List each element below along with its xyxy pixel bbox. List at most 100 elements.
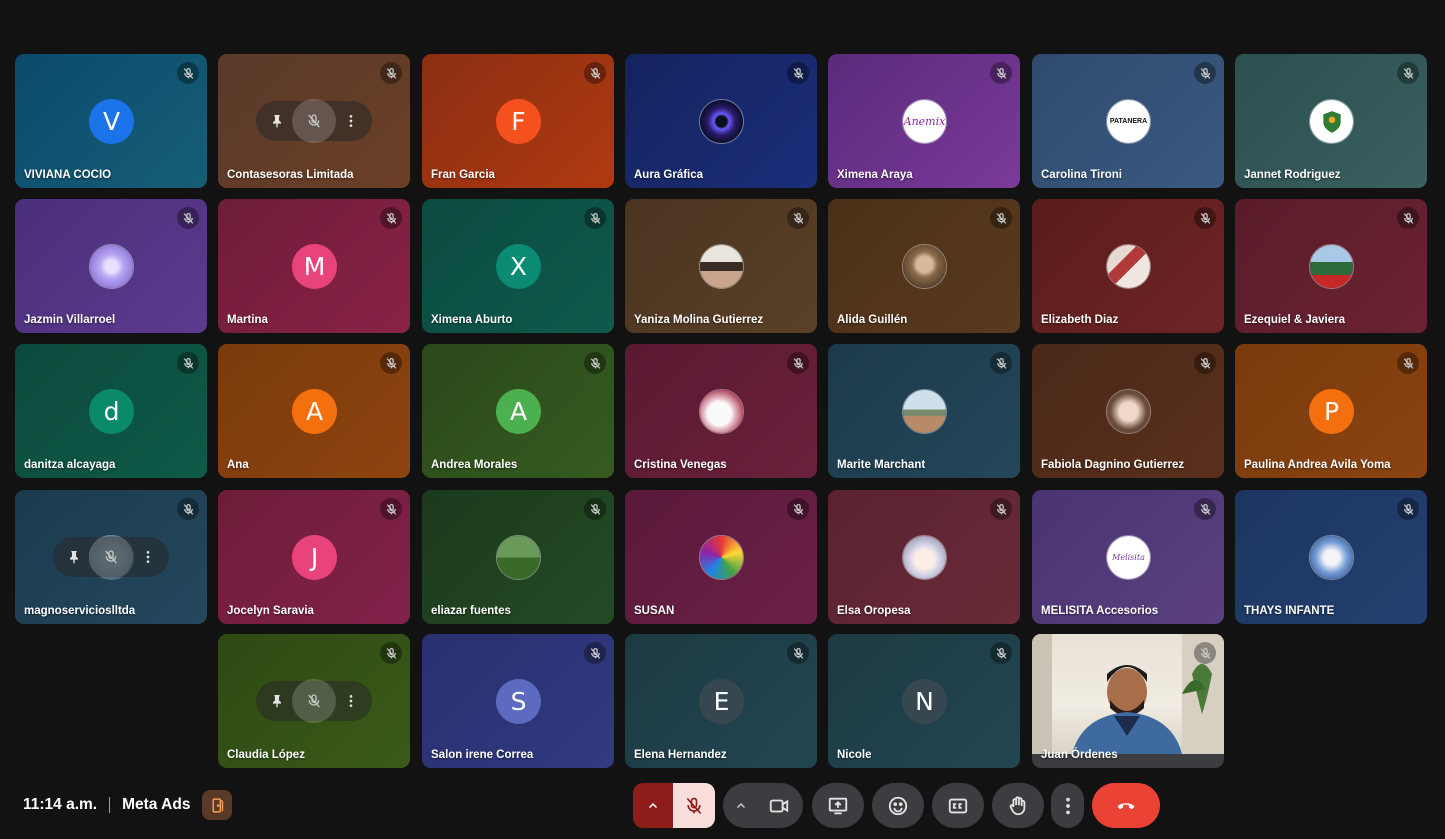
microphone-button[interactable] — [673, 783, 715, 828]
participant-tile[interactable]: Jazmin Villarroel — [15, 199, 207, 333]
participant-tile[interactable]: X Ximena Aburto — [422, 199, 614, 333]
participant-tile[interactable]: N Nicole — [828, 634, 1020, 768]
participant-tile[interactable]: Fabiola Dagnino Gutierrez — [1032, 344, 1224, 478]
participant-tile[interactable]: Melisita MELISITA Accesorios — [1032, 490, 1224, 624]
participant-tile[interactable]: Cristina Venegas — [625, 344, 817, 478]
participant-tile[interactable]: Elizabeth Diaz — [1032, 199, 1224, 333]
mic-off-icon — [380, 642, 402, 664]
avatar — [699, 99, 744, 144]
leave-call-button[interactable] — [1092, 783, 1160, 828]
participant-tile[interactable]: A Andrea Morales — [422, 344, 614, 478]
pin-icon[interactable] — [59, 542, 89, 572]
mic-off-icon — [584, 498, 606, 520]
avatar — [1309, 535, 1354, 580]
mute-participant-icon[interactable] — [292, 99, 336, 143]
mic-off-icon — [177, 207, 199, 229]
more-options-button[interactable] — [1051, 783, 1084, 828]
participant-tile[interactable]: V VIVIANA COCIO — [15, 54, 207, 188]
more-vert-icon[interactable] — [336, 686, 366, 716]
participant-tile[interactable]: eliazar fuentes — [422, 490, 614, 624]
avatar — [699, 535, 744, 580]
participant-name: Martina — [227, 314, 268, 326]
participant-name: VIVIANA COCIO — [24, 169, 112, 181]
participant-name: magnoservicioslltda — [24, 605, 136, 617]
avatar: d — [89, 389, 134, 434]
participant-name: SUSAN — [634, 605, 675, 617]
video-options-button[interactable] — [725, 783, 756, 828]
present-screen-button[interactable] — [812, 783, 864, 828]
mute-participant-icon[interactable] — [292, 679, 336, 723]
participant-tile[interactable]: PATANERA Carolina Tironi — [1032, 54, 1224, 188]
raise-hand-button[interactable] — [992, 783, 1044, 828]
participant-name: danitza alcayaga — [24, 459, 116, 471]
participant-tile[interactable]: Aura Gráfica — [625, 54, 817, 188]
reactions-button[interactable] — [872, 783, 924, 828]
participant-tile[interactable]: THAYS INFANTE — [1235, 490, 1427, 624]
participant-tile[interactable]: M Martina — [218, 199, 410, 333]
participant-name: Jannet Rodriguez — [1244, 169, 1341, 181]
more-vert-icon[interactable] — [133, 542, 163, 572]
mic-control-group — [633, 783, 715, 828]
participant-grid: V VIVIANA COCIO Contasesoras Limitada F Fra… — [0, 0, 1445, 775]
meeting-info: 11:14 a.m. Meta Ads — [23, 790, 233, 820]
avatar: M — [292, 244, 337, 289]
participant-tile[interactable]: Claudia López — [218, 634, 410, 768]
mic-off-icon — [787, 207, 809, 229]
avatar-initial: S — [510, 687, 527, 716]
audio-options-button[interactable] — [633, 783, 673, 828]
camera-button[interactable] — [756, 783, 801, 828]
participant-name: Fabiola Dagnino Gutierrez — [1041, 459, 1185, 471]
participant-tile[interactable]: F Fran Garcia — [422, 54, 614, 188]
avatar: N — [902, 679, 947, 724]
participant-tile[interactable]: Elsa Oropesa — [828, 490, 1020, 624]
pin-icon[interactable] — [262, 106, 292, 136]
avatar — [902, 244, 947, 289]
avatar-initial: d — [103, 397, 120, 426]
participant-name: Elsa Oropesa — [837, 605, 911, 617]
avatar: A — [496, 389, 541, 434]
participant-tile[interactable]: magnoservicioslltda — [15, 490, 207, 624]
avatar-initial: J — [310, 543, 319, 572]
present-screen-icon — [828, 797, 848, 814]
participant-name: Contasesoras Limitada — [227, 169, 354, 181]
pin-icon[interactable] — [262, 686, 292, 716]
mic-off-icon — [584, 352, 606, 374]
door-icon[interactable] — [202, 790, 233, 820]
participant-tile[interactable]: Yaniza Molina Gutierrez — [625, 199, 817, 333]
mic-off-icon — [990, 352, 1012, 374]
participant-tile[interactable]: E Elena Hernandez — [625, 634, 817, 768]
participant-tile[interactable]: J Jocelyn Saravia — [218, 490, 410, 624]
participant-tile[interactable]: Anemix Ximena Araya — [828, 54, 1020, 188]
captions-button[interactable] — [932, 783, 984, 828]
mic-off-icon — [787, 352, 809, 374]
videocam-icon — [769, 799, 788, 812]
participant-name: Fran Garcia — [431, 169, 495, 181]
mic-off-icon — [584, 62, 606, 84]
mic-off-icon — [686, 797, 702, 814]
participant-tile[interactable]: Alida Guillén — [828, 199, 1020, 333]
participant-tile[interactable]: SUSAN — [625, 490, 817, 624]
participant-tile[interactable]: P Paulina Andrea Avila Yoma — [1235, 344, 1427, 478]
participant-tile[interactable]: Marite Marchant — [828, 344, 1020, 478]
tile-hover-controls — [256, 679, 372, 723]
avatar-initial: E — [713, 687, 730, 716]
tile-hover-controls — [256, 99, 372, 143]
mic-off-icon — [1194, 642, 1216, 664]
participant-tile[interactable]: S Salon irene Correa — [422, 634, 614, 768]
mute-participant-icon[interactable] — [89, 535, 133, 579]
mic-off-icon — [584, 207, 606, 229]
participant-tile[interactable]: Juan Órdenes — [1032, 634, 1224, 768]
participant-name: MELISITA Accesorios — [1041, 605, 1159, 617]
participant-tile[interactable]: Ezequiel & Javiera — [1235, 199, 1427, 333]
mic-off-icon — [177, 62, 199, 84]
participant-name: THAYS INFANTE — [1244, 605, 1335, 617]
participant-tile[interactable]: Contasesoras Limitada — [218, 54, 410, 188]
call-end-icon — [1117, 802, 1135, 809]
more-vert-icon[interactable] — [336, 106, 366, 136]
participant-name: Aura Gráfica — [634, 169, 704, 181]
participant-name: Juan Órdenes — [1041, 749, 1118, 761]
participant-tile[interactable]: d danitza alcayaga — [15, 344, 207, 478]
avatar-initial: F — [511, 107, 526, 136]
participant-tile[interactable]: A Ana — [218, 344, 410, 478]
participant-tile[interactable]: Jannet Rodriguez — [1235, 54, 1427, 188]
